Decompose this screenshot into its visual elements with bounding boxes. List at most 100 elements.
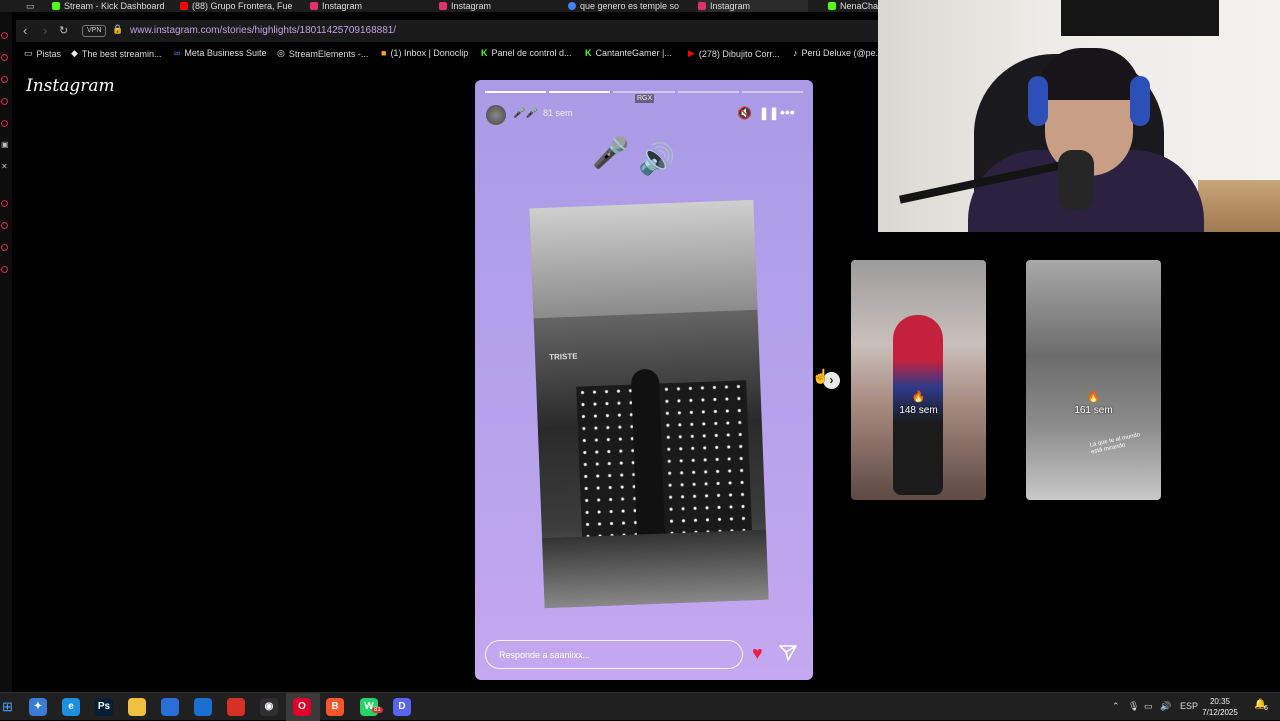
sidebar-app-icon[interactable]: [1, 76, 8, 83]
network-icon[interactable]: ▭: [1144, 701, 1153, 712]
clock-date: 7/12/2025: [1202, 708, 1238, 717]
bookmark-cantantegamer[interactable]: K CantanteGamer |...: [585, 48, 672, 58]
kick-icon: K: [585, 48, 592, 58]
sidebar-app-icon[interactable]: [1, 32, 8, 39]
reply-placeholder: Responde a saaniixx...: [499, 650, 591, 660]
tab-kick-dashboard[interactable]: Stream - Kick Dashboard: [52, 0, 172, 12]
side-story-preview[interactable]: 🔥 148 sem: [851, 260, 986, 500]
sidebar-app-icon[interactable]: [1, 120, 8, 127]
opera-icon[interactable]: O: [293, 698, 311, 716]
tab-list-icon[interactable]: ▭: [26, 1, 35, 12]
microphone-icon[interactable]: 🎙: [1128, 701, 1139, 712]
reload-icon[interactable]: ↻: [59, 24, 68, 37]
bookmark-panel-control[interactable]: K Panel de control d...: [481, 48, 572, 58]
mail-icon[interactable]: [194, 698, 212, 716]
bookmark-label: Meta Business Suite: [184, 48, 267, 58]
store-icon[interactable]: [161, 698, 179, 716]
copilot-icon[interactable]: ✦: [29, 698, 47, 716]
forward-icon[interactable]: ›: [43, 23, 47, 38]
sidebar-app-icon[interactable]: [1, 200, 8, 207]
bookmark-streamelements[interactable]: ◎ StreamElements -...: [277, 48, 368, 59]
more-options-icon[interactable]: •••: [780, 104, 795, 120]
bookmark-streaming[interactable]: ◆ The best streamin...: [71, 48, 161, 59]
bookmark-label: (1) Inbox | Donoclip: [390, 48, 469, 58]
reply-input[interactable]: Responde a saaniixx...: [485, 640, 743, 669]
notification-count: 6: [1264, 705, 1268, 712]
kick-icon: K: [481, 48, 488, 58]
story-progress-bar: [485, 91, 804, 93]
webcam-overlay: [878, 0, 1280, 232]
file-explorer-icon[interactable]: [128, 698, 146, 716]
edge-icon[interactable]: e: [62, 698, 80, 716]
lock-icon[interactable]: 🔒: [112, 24, 123, 35]
progress-segment: [485, 91, 547, 93]
address-bar: ‹ › ↻ VPN 🔒 www.instagram.com/stories/hi…: [16, 20, 880, 42]
speaker-emoji: 🔊: [638, 143, 676, 176]
bookmark-donoclip[interactable]: ■ (1) Inbox | Donoclip: [381, 48, 468, 58]
bookmarks-bar: ▭ Pistas ◆ The best streamin... ∞ Meta Busi…: [16, 45, 883, 63]
discord-icon[interactable]: D: [393, 698, 411, 716]
instagram-icon: [439, 2, 447, 10]
preview-timestamp: 161 sem: [1074, 405, 1113, 416]
folder-icon: ▭: [24, 48, 33, 58]
side-story-preview[interactable]: 🔥 161 sem La que te al mundo está mirand…: [1026, 260, 1161, 500]
bookmark-peru-deluxe[interactable]: ♪ Perú Deluxe (@pe...: [793, 48, 883, 58]
instagram-icon: [698, 2, 706, 10]
tab-label: (88) Grupo Frontera, Fue: [192, 1, 292, 11]
tab-instagram-1[interactable]: Instagram: [310, 0, 420, 12]
preview-timestamp: 148 sem: [899, 405, 938, 416]
tab-instagram-2[interactable]: Instagram: [439, 0, 549, 12]
bookmark-meta[interactable]: ∞ Meta Business Suite: [174, 48, 266, 58]
volume-icon[interactable]: 🔊: [1160, 701, 1171, 712]
app-red-icon[interactable]: [227, 698, 245, 716]
story-photo: TRISTE: [529, 199, 769, 609]
bookmark-dibujito[interactable]: ▶ (278) Dibujito Corr...: [688, 48, 779, 59]
brave-icon[interactable]: B: [326, 698, 344, 716]
sidebar-x-icon[interactable]: ✕: [1, 162, 8, 171]
vpn-badge[interactable]: VPN: [82, 25, 107, 37]
streamelements-icon: ◎: [277, 48, 285, 58]
story-timestamp: 81 sem: [543, 108, 573, 118]
url-text[interactable]: www.instagram.com/stories/highlights/180…: [130, 25, 396, 36]
bookmark-label: (278) Dibujito Corr...: [698, 48, 780, 59]
tab-nenacha[interactable]: NenaCha: [828, 0, 880, 12]
heart-icon[interactable]: ♥: [752, 643, 763, 664]
sidebar-app-icon[interactable]: [1, 54, 8, 61]
browser-tab-strip: ▭ Stream - Kick Dashboard (88) Grupo Fro…: [0, 0, 880, 12]
story-avatar[interactable]: [486, 105, 506, 125]
sidebar-app-icon[interactable]: [1, 244, 8, 251]
webcam-microphone: [1058, 150, 1094, 210]
kick-icon: [828, 2, 836, 10]
tab-google-search[interactable]: que genero es temple so: [568, 0, 680, 12]
mute-icon[interactable]: 🔇: [737, 106, 752, 120]
back-icon[interactable]: ‹: [23, 23, 27, 38]
send-icon[interactable]: [778, 643, 798, 663]
sidebar-twitch-icon[interactable]: ▣: [1, 140, 9, 149]
tab-label: NenaCha: [840, 1, 879, 11]
tab-label: Instagram: [710, 1, 751, 11]
story-username[interactable]: 🎤🎤: [513, 108, 538, 119]
sidebar-app-icon[interactable]: [1, 266, 8, 273]
webcam-tv: [1061, 0, 1219, 36]
tab-instagram-active[interactable]: Instagram: [698, 0, 808, 12]
diamond-icon: ◆: [71, 48, 78, 58]
story-viewer[interactable]: RGX 🎤🎤 81 sem 🔇 ❚❚ ••• 🎤 🔊 TRISTE Respon…: [475, 80, 813, 680]
clock[interactable]: 20:35 7/12/2025: [1196, 696, 1244, 718]
windows-start-icon[interactable]: ⊞: [2, 699, 13, 715]
preview-overlay-text: La que te al mundo está mirando: [1089, 432, 1141, 456]
instagram-logo[interactable]: Instagram: [26, 76, 115, 96]
progress-segment: [741, 91, 804, 93]
photoshop-icon[interactable]: Ps: [95, 698, 113, 716]
pause-icon[interactable]: ❚❚: [759, 106, 779, 120]
tab-label: Instagram: [322, 1, 363, 11]
bookmark-pistas[interactable]: ▭ Pistas: [24, 48, 61, 59]
tray-chevron-icon[interactable]: ⌃: [1112, 701, 1120, 712]
sidebar-app-icon[interactable]: [1, 98, 8, 105]
sidebar-app-icon[interactable]: [1, 222, 8, 229]
obs-icon[interactable]: ◉: [260, 698, 278, 716]
youtube-icon: ▶: [688, 48, 695, 58]
browser-sidebar: ▣ ✕: [0, 12, 12, 692]
bookmark-label: Pistas: [36, 48, 62, 59]
taskbar: ⊞ ✦ e Ps ◉ O B W D 81 ⌃ 🎙 ▭ 🔊 ESP 20:35 7/12/20…: [0, 692, 1280, 721]
tab-youtube[interactable]: (88) Grupo Frontera, Fue: [180, 0, 292, 12]
